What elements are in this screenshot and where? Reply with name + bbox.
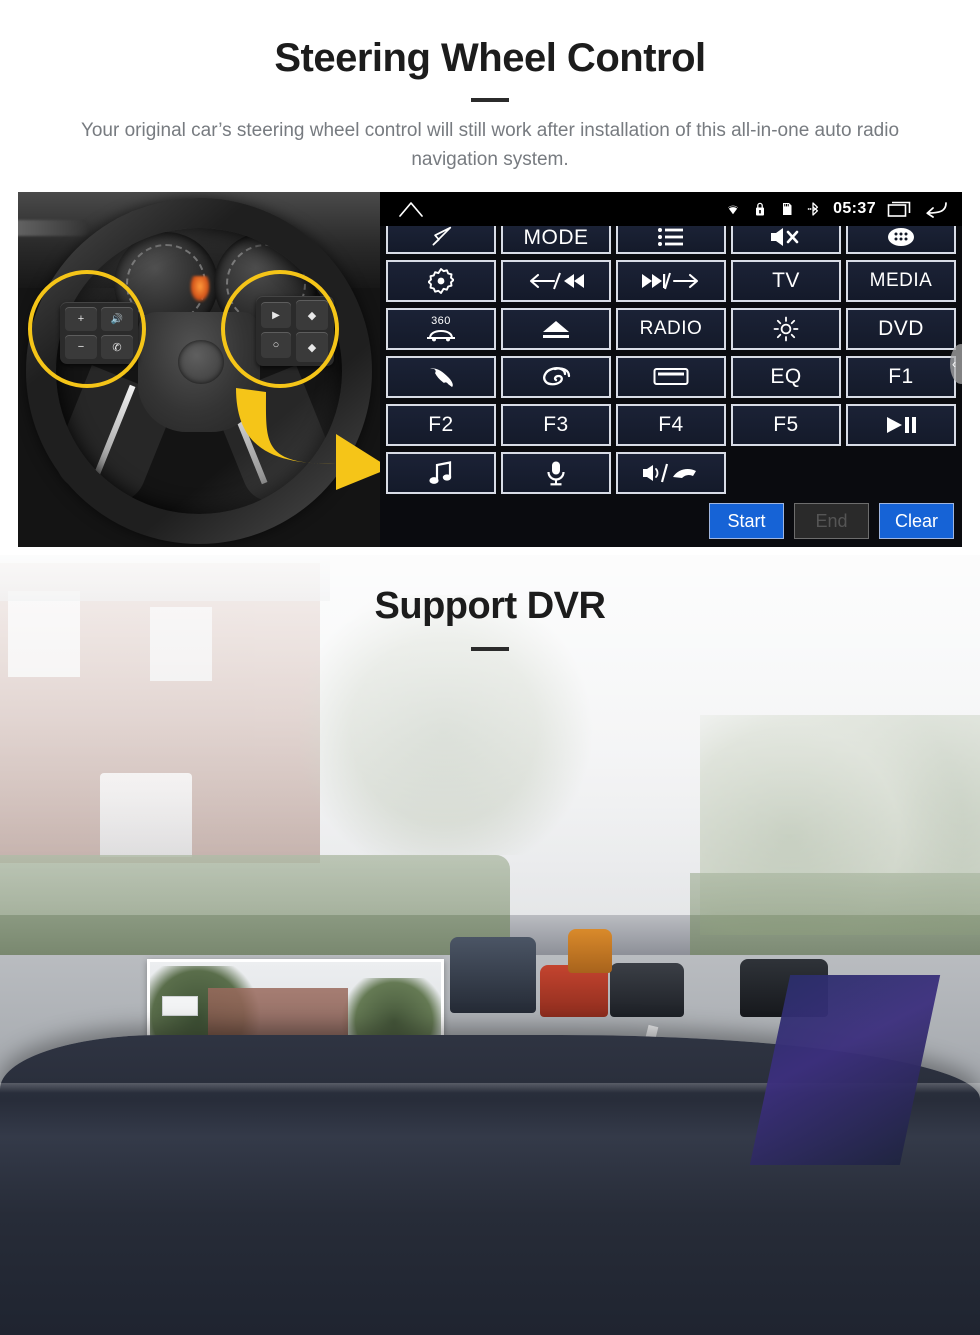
- swc-key-row: [386, 452, 958, 494]
- swc-key-media[interactable]: MEDIA: [846, 260, 956, 302]
- swc-key-tv[interactable]: TV: [731, 260, 841, 302]
- steering-wheel-control-strip: + − 🔊 ✆ ▶ ○ ◆ ◆ 05:37 MODE TV MEDIA 360 …: [18, 192, 962, 547]
- swc-key-f1[interactable]: F1: [846, 356, 956, 398]
- list-icon: [658, 228, 683, 246]
- home-icon[interactable]: [398, 200, 424, 218]
- swc-key-mode[interactable]: MODE: [501, 226, 611, 254]
- highlight-circle-right: [221, 270, 339, 388]
- parked-suv: [450, 937, 536, 1013]
- swc-key-row: F2 F3 F4 F5: [386, 404, 958, 446]
- steering-wheel-photo: + − 🔊 ✆ ▶ ○ ◆ ◆: [18, 192, 380, 547]
- support-dvr-section: Support DVR (Optional function, require: [0, 555, 980, 1335]
- swc-key-eject[interactable]: [501, 308, 611, 350]
- eject-icon: [543, 321, 569, 338]
- swc-key-row: 360 RADIO DVD: [386, 308, 958, 350]
- swc-key-list[interactable]: [616, 226, 726, 254]
- swc-key-play-pause[interactable]: [846, 404, 956, 446]
- mute-icon: [771, 228, 799, 246]
- bluetooth-icon: [807, 202, 819, 216]
- swc-key-next[interactable]: [616, 260, 726, 302]
- swc-key-f4[interactable]: F4: [616, 404, 726, 446]
- swc-key-phone[interactable]: [386, 356, 496, 398]
- swc-key-360-label: 360: [431, 315, 451, 327]
- volume-hangup-icon: [643, 463, 696, 483]
- apps-grid-icon: [888, 228, 914, 246]
- swc-key-microphone[interactable]: [501, 452, 611, 494]
- swc-action-bar: Start End Clear: [709, 503, 954, 539]
- swc-key-prev[interactable]: [501, 260, 611, 302]
- prev-track-icon: [529, 272, 584, 290]
- swc-key-swirl[interactable]: [501, 356, 611, 398]
- swc-key-power[interactable]: [386, 260, 496, 302]
- page-title: Steering Wheel Control: [274, 36, 706, 80]
- power-gear-icon: [428, 268, 454, 294]
- steering-wheel-control-header: Steering Wheel Control Your original car…: [0, 0, 980, 192]
- swc-key-dvd[interactable]: DVD: [846, 308, 956, 350]
- sd-card-icon: [783, 203, 792, 215]
- brightness-icon: [773, 316, 799, 342]
- swc-key-row: EQ F1: [386, 356, 958, 398]
- swc-key-eq[interactable]: EQ: [731, 356, 841, 398]
- title-divider: [471, 98, 509, 102]
- wifi-icon: [725, 202, 741, 215]
- screen-icon: [653, 368, 689, 385]
- swc-key-mute[interactable]: [731, 226, 841, 254]
- head-unit-screen: 05:37 MODE TV MEDIA 360 RADIO DVD EQ F1 …: [380, 192, 962, 547]
- microphone-icon: [547, 461, 565, 486]
- car-360-icon: 360: [424, 316, 458, 342]
- recents-icon[interactable]: [887, 200, 913, 218]
- car-ahead: [610, 963, 684, 1017]
- swc-key-f2[interactable]: F2: [386, 404, 496, 446]
- swc-key-apps[interactable]: [846, 226, 956, 254]
- swirl-icon: [543, 367, 571, 386]
- swc-key-screen[interactable]: [616, 356, 726, 398]
- swc-key-radio[interactable]: RADIO: [616, 308, 726, 350]
- back-icon[interactable]: [924, 200, 948, 218]
- page-subtitle: Your original car’s steering wheel contr…: [80, 120, 900, 170]
- music-note-icon: [429, 461, 452, 484]
- swc-key-navigation[interactable]: [386, 226, 496, 254]
- play-pause-icon: [887, 417, 916, 433]
- swc-key-row: TV MEDIA: [386, 260, 958, 302]
- dvr-section-title: Support DVR: [374, 585, 606, 627]
- next-track-icon: [642, 272, 699, 290]
- status-bar-clock: 05:37: [833, 200, 876, 217]
- swc-key-f5[interactable]: F5: [731, 404, 841, 446]
- navigation-arrow-icon: [432, 226, 452, 246]
- lock-icon: [756, 202, 765, 216]
- swc-key-grid: MODE TV MEDIA 360 RADIO DVD EQ F1 F2 F3 …: [386, 226, 958, 500]
- end-button[interactable]: End: [794, 503, 869, 539]
- swc-key-brightness[interactable]: [731, 308, 841, 350]
- distant-truck: [568, 929, 612, 973]
- product-feature-page: Steering Wheel Control Your original car…: [0, 0, 980, 1335]
- clear-button[interactable]: Clear: [879, 503, 954, 539]
- phone-icon: [430, 368, 453, 387]
- swc-key-f3[interactable]: F3: [501, 404, 611, 446]
- dvr-title-divider: [471, 647, 509, 651]
- swc-key-volume-hangup[interactable]: [616, 452, 726, 494]
- swc-key-music[interactable]: [386, 452, 496, 494]
- curved-arrow-icon: [236, 388, 380, 490]
- android-status-bar: 05:37: [380, 192, 962, 226]
- start-button[interactable]: Start: [709, 503, 784, 539]
- swc-key-row: MODE: [386, 226, 958, 254]
- swc-key-360-camera[interactable]: 360: [386, 308, 496, 350]
- highlight-circle-left: [28, 270, 146, 388]
